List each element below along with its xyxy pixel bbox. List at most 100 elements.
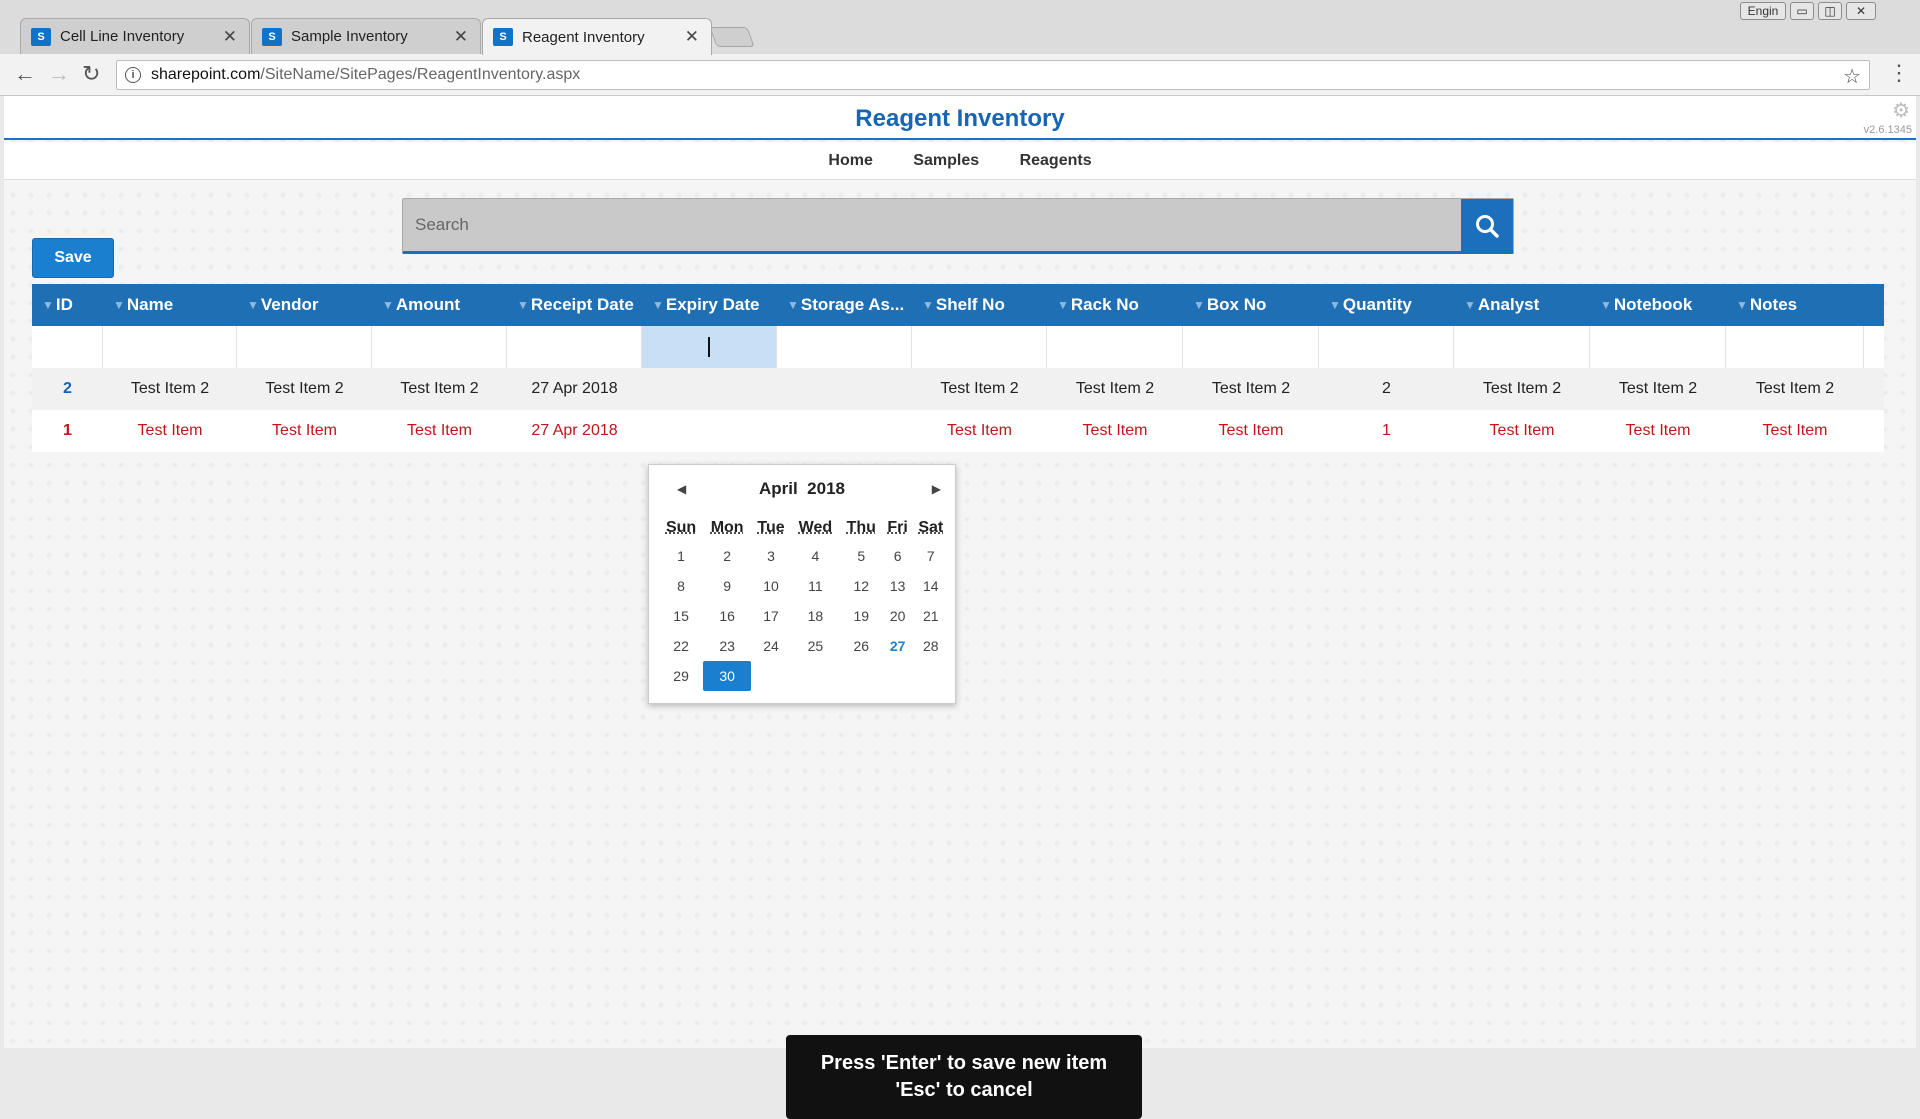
calendar-day[interactable]: 17	[751, 601, 791, 631]
calendar-day[interactable]: 10	[751, 571, 791, 601]
filter-icon[interactable]: ▼	[382, 298, 394, 312]
new-item-cell-notes[interactable]	[1726, 326, 1864, 368]
calendar-day[interactable]: 3	[751, 541, 791, 571]
nav-home[interactable]: Home	[828, 142, 872, 180]
calendar-day[interactable]: 23	[703, 631, 751, 661]
bookmark-star-icon[interactable]: ☆	[1843, 64, 1861, 89]
new-item-row[interactable]	[32, 326, 1884, 368]
calendar-day[interactable]: 30	[703, 661, 752, 691]
column-header-analyst[interactable]: ▼ Analyst	[1454, 284, 1590, 326]
minimize-icon[interactable]: ▭	[1790, 2, 1814, 20]
new-item-cell-storage-as[interactable]	[777, 326, 912, 368]
cell-box-no[interactable]: Test Item 2	[1183, 368, 1319, 410]
cell-id[interactable]: 2	[32, 368, 103, 410]
cell-name[interactable]: Test Item 2	[103, 368, 237, 410]
calendar-day[interactable]: 20	[883, 601, 913, 631]
filter-icon[interactable]: ▼	[652, 298, 664, 312]
new-item-cell-id[interactable]	[32, 326, 103, 368]
new-item-cell-name[interactable]	[103, 326, 237, 368]
cell-receipt-date[interactable]: 27 Apr 2018	[507, 368, 642, 410]
cell-vendor[interactable]: Test Item	[237, 410, 372, 452]
column-header-notes[interactable]: ▼ Notes	[1726, 284, 1864, 326]
cell-analyst[interactable]: Test Item	[1454, 410, 1590, 452]
calendar-day[interactable]: 11	[791, 571, 840, 601]
cell-id[interactable]: 1	[32, 410, 103, 452]
cell-expiry-date[interactable]	[642, 368, 777, 410]
browser-tab-sample[interactable]: S Sample Inventory ✕	[251, 18, 481, 54]
new-item-cell-box-no[interactable]	[1183, 326, 1319, 368]
new-item-cell-receipt-date[interactable]	[507, 326, 642, 368]
table-row[interactable]: 1 Test Item Test Item Test Item 27 Apr 2018 T…	[32, 410, 1884, 452]
filter-icon[interactable]: ▼	[787, 298, 799, 312]
cell-name[interactable]: Test Item	[103, 410, 237, 452]
cell-quantity[interactable]: 2	[1319, 368, 1454, 410]
filter-icon[interactable]: ▼	[517, 298, 529, 312]
back-icon[interactable]: ←	[14, 63, 36, 85]
new-item-cell-amount[interactable]	[372, 326, 507, 368]
cell-expiry-date[interactable]	[642, 410, 777, 452]
cell-amount[interactable]: Test Item 2	[372, 368, 507, 410]
search-button[interactable]	[1461, 199, 1513, 252]
filter-icon[interactable]: ▼	[42, 298, 54, 312]
column-header-box-no[interactable]: ▼ Box No	[1183, 284, 1319, 326]
nav-samples[interactable]: Samples	[913, 142, 979, 180]
calendar-day[interactable]: 27	[883, 631, 913, 661]
column-header-storage-as[interactable]: ▼ Storage As...	[777, 284, 912, 326]
filter-icon[interactable]: ▼	[1057, 298, 1069, 312]
calendar-day[interactable]: 12	[840, 571, 883, 601]
filter-icon[interactable]: ▼	[1329, 298, 1341, 312]
filter-icon[interactable]: ▼	[1464, 298, 1476, 312]
column-header-notebook[interactable]: ▼ Notebook	[1590, 284, 1726, 326]
new-item-cell-expiry-date[interactable]	[642, 326, 777, 368]
calendar-day[interactable]: 28	[913, 631, 949, 661]
calendar-day[interactable]: 16	[703, 601, 751, 631]
cell-vendor[interactable]: Test Item 2	[237, 368, 372, 410]
column-header-id[interactable]: ▼ ID	[32, 284, 103, 326]
filter-icon[interactable]: ▼	[1193, 298, 1205, 312]
calendar-day[interactable]: 22	[659, 631, 703, 661]
filter-icon[interactable]: ▼	[1736, 298, 1748, 312]
column-header-name[interactable]: ▼ Name	[103, 284, 237, 326]
calendar-day[interactable]: 18	[791, 601, 840, 631]
close-icon[interactable]: ✕	[223, 27, 237, 47]
cell-shelf-no[interactable]: Test Item	[912, 410, 1047, 452]
filter-icon[interactable]: ▼	[113, 298, 125, 312]
filter-icon[interactable]: ▼	[922, 298, 934, 312]
calendar-day[interactable]: 29	[659, 661, 703, 691]
cell-notebook[interactable]: Test Item	[1590, 410, 1726, 452]
new-item-cell-vendor[interactable]	[237, 326, 372, 368]
calendar-day[interactable]: 26	[840, 631, 883, 661]
column-header-receipt-date[interactable]: ▼ Receipt Date	[507, 284, 642, 326]
search-input[interactable]	[403, 199, 1459, 251]
new-item-cell-quantity[interactable]	[1319, 326, 1454, 368]
browser-tab-reagent[interactable]: S Reagent Inventory ✕	[482, 18, 712, 55]
cell-storage-as[interactable]	[777, 368, 912, 410]
column-header-rack-no[interactable]: ▼ Rack No	[1047, 284, 1183, 326]
column-header-vendor[interactable]: ▼ Vendor	[237, 284, 372, 326]
calendar-day[interactable]: 14	[913, 571, 949, 601]
forward-icon[interactable]: →	[48, 63, 70, 85]
calendar-day[interactable]: 24	[751, 631, 791, 661]
cell-notes[interactable]: Test Item 2	[1726, 368, 1864, 410]
cell-storage-as[interactable]	[777, 410, 912, 452]
calendar-day[interactable]: 25	[791, 631, 840, 661]
gear-icon[interactable]: ⚙	[1892, 98, 1910, 123]
cell-analyst[interactable]: Test Item 2	[1454, 368, 1590, 410]
table-row[interactable]: 2 Test Item 2 Test Item 2 Test Item 2 27 Apr…	[32, 368, 1884, 410]
new-item-cell-analyst[interactable]	[1454, 326, 1590, 368]
calendar-day[interactable]: 8	[659, 571, 703, 601]
calendar-day[interactable]: 19	[840, 601, 883, 631]
browser-menu-icon[interactable]: ⋮	[1888, 62, 1910, 84]
cell-rack-no[interactable]: Test Item	[1047, 410, 1183, 452]
browser-tab-cell-line[interactable]: S Cell Line Inventory ✕	[20, 18, 250, 54]
calendar-day[interactable]: 7	[913, 541, 949, 571]
new-tab-button[interactable]	[709, 27, 755, 47]
new-item-cell-notebook[interactable]	[1590, 326, 1726, 368]
cell-notebook[interactable]: Test Item 2	[1590, 368, 1726, 410]
calendar-day[interactable]: 1	[659, 541, 703, 571]
cell-shelf-no[interactable]: Test Item 2	[912, 368, 1047, 410]
maximize-icon[interactable]: ◫	[1818, 2, 1842, 20]
calendar-day[interactable]: 15	[659, 601, 703, 631]
url-field[interactable]: i sharepoint.com/SiteName/SitePages/Reag…	[116, 60, 1870, 90]
close-icon[interactable]: ✕	[685, 27, 699, 47]
